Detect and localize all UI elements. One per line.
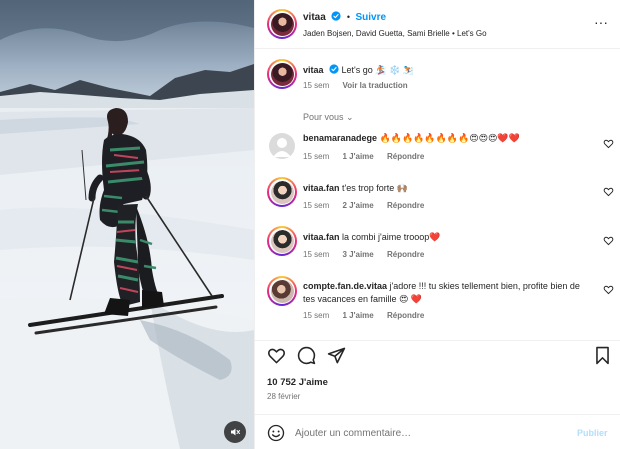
commenter-avatar[interactable]: [267, 276, 297, 306]
speech-bubble-icon[interactable]: [297, 346, 316, 365]
reply-button[interactable]: Répondre: [387, 152, 424, 161]
smiley-icon[interactable]: [267, 424, 285, 442]
post-caption: vitaa Let's go 🏂 ❄️ ⛷️ 15 sem Voir la tr…: [255, 58, 620, 98]
comment-heart-icon[interactable]: [603, 284, 614, 295]
comment-time[interactable]: 15 sem: [303, 152, 329, 161]
comment-like-count[interactable]: 1 J'aime: [342, 311, 373, 320]
likes-count[interactable]: 10 752 J'aime: [267, 377, 328, 388]
avatar-image: [270, 279, 294, 303]
header-separator: •: [346, 12, 350, 22]
comment-text: t'es trop forte 🙌🏽: [342, 183, 408, 193]
caption-text: Let's go 🏂 ❄️ ⛷️: [341, 65, 414, 75]
comment-meta: 15 sem 2 J'aime Répondre: [303, 201, 435, 210]
comment-heart-icon[interactable]: [603, 138, 614, 149]
post-date[interactable]: 28 février: [267, 392, 300, 401]
bookmark-icon[interactable]: [593, 346, 612, 365]
comment-body: compte.fan.de.vitaa j'adore !!! tu skies…: [303, 280, 588, 306]
see-translation-button[interactable]: Voir la traduction: [342, 81, 407, 90]
comment-item: benamaranadege 🔥🔥🔥🔥🔥🔥🔥🔥😍😍😍❤️❤️ 15 sem 1 …: [255, 130, 620, 175]
comment-username[interactable]: vitaa.fan: [303, 183, 340, 193]
post-actions: 10 752 J'aime 28 février Publier: [255, 340, 620, 449]
comment-time[interactable]: 15 sem: [303, 250, 329, 259]
comment-meta: 15 sem 3 J'aime Répondre: [303, 250, 435, 259]
caption-meta: 15 sem Voir la traduction: [303, 81, 419, 90]
instagram-post: vitaa • Suivre Jaden Bojsen, David Guett…: [0, 0, 620, 449]
paper-plane-icon[interactable]: [327, 346, 346, 365]
audio-attribution-link[interactable]: Jaden Bojsen, David Guetta, Sami Brielle…: [303, 29, 487, 38]
comment-item: vitaa.fan la combi j'aime trooop❤️ 15 se…: [255, 225, 620, 270]
more-options-button[interactable]: ···: [594, 14, 608, 30]
comment-text: la combi j'aime trooop❤️: [342, 232, 441, 242]
comment-username[interactable]: vitaa.fan: [303, 232, 340, 242]
comment-like-count[interactable]: 1 J'aime: [342, 152, 373, 161]
comment-username[interactable]: compte.fan.de.vitaa: [303, 281, 387, 291]
comment-time[interactable]: 15 sem: [303, 311, 329, 320]
comment-body: vitaa.fan la combi j'aime trooop❤️: [303, 231, 593, 244]
caption-author-avatar[interactable]: [267, 59, 297, 89]
comment-input[interactable]: [295, 425, 565, 441]
author-avatar[interactable]: [267, 9, 297, 39]
avatar-image: [270, 180, 294, 204]
reply-button[interactable]: Répondre: [387, 201, 424, 210]
commenter-avatar[interactable]: [267, 226, 297, 256]
author-username[interactable]: vitaa: [303, 12, 326, 23]
avatar-image: [270, 62, 294, 86]
comment-meta: 15 sem 1 J'aime Répondre: [303, 311, 435, 320]
avatar-image: [270, 229, 294, 253]
header-line: vitaa • Suivre: [303, 11, 386, 23]
caption-username[interactable]: vitaa: [303, 65, 324, 75]
follow-button[interactable]: Suivre: [356, 12, 387, 23]
post-side-panel: vitaa • Suivre Jaden Bojsen, David Guett…: [254, 0, 620, 449]
comment-heart-icon[interactable]: [603, 235, 614, 246]
comment-heart-icon[interactable]: [603, 186, 614, 197]
commenter-avatar[interactable]: [267, 177, 297, 207]
comment-time[interactable]: 15 sem: [303, 201, 329, 210]
comment-body: vitaa.fan t'es trop forte 🙌🏽: [303, 182, 593, 195]
publish-button[interactable]: Publier: [577, 428, 608, 438]
comment-text: 🔥🔥🔥🔥🔥🔥🔥🔥😍😍😍❤️❤️: [379, 133, 520, 143]
post-header: vitaa • Suivre Jaden Bojsen, David Guett…: [255, 0, 620, 49]
verified-badge-icon: [331, 11, 341, 21]
reply-button[interactable]: Répondre: [387, 311, 424, 320]
comments-section: vitaa Let's go 🏂 ❄️ ⛷️ 15 sem Voir la tr…: [255, 50, 620, 340]
comment-body: benamaranadege 🔥🔥🔥🔥🔥🔥🔥🔥😍😍😍❤️❤️: [303, 132, 593, 145]
mute-toggle-button[interactable]: [224, 421, 246, 443]
caption-time[interactable]: 15 sem: [303, 81, 329, 90]
comment-item: compte.fan.de.vitaa j'adore !!! tu skies…: [255, 275, 620, 335]
ski-video-frame: [0, 0, 254, 449]
comment-username[interactable]: benamaranadege: [303, 133, 377, 143]
comment-item: vitaa.fan t'es trop forte 🙌🏽 15 sem 2 J'…: [255, 176, 620, 221]
verified-badge-icon: [329, 64, 339, 74]
reply-button[interactable]: Répondre: [387, 250, 424, 259]
comment-meta: 15 sem 1 J'aime Répondre: [303, 152, 435, 161]
commenter-avatar[interactable]: [269, 133, 295, 159]
heart-outline-icon[interactable]: [267, 346, 286, 365]
comment-composer: Publier: [255, 414, 620, 449]
for-you-sort-dropdown[interactable]: Pour vous ⌄: [303, 112, 354, 123]
avatar-image: [270, 12, 294, 36]
caption-text-line: vitaa Let's go 🏂 ❄️ ⛷️: [303, 64, 593, 77]
default-user-icon: [273, 138, 291, 157]
post-video[interactable]: [0, 0, 254, 449]
speaker-muted-icon: [231, 428, 240, 436]
comment-like-count[interactable]: 2 J'aime: [342, 201, 373, 210]
comment-like-count[interactable]: 3 J'aime: [342, 250, 373, 259]
